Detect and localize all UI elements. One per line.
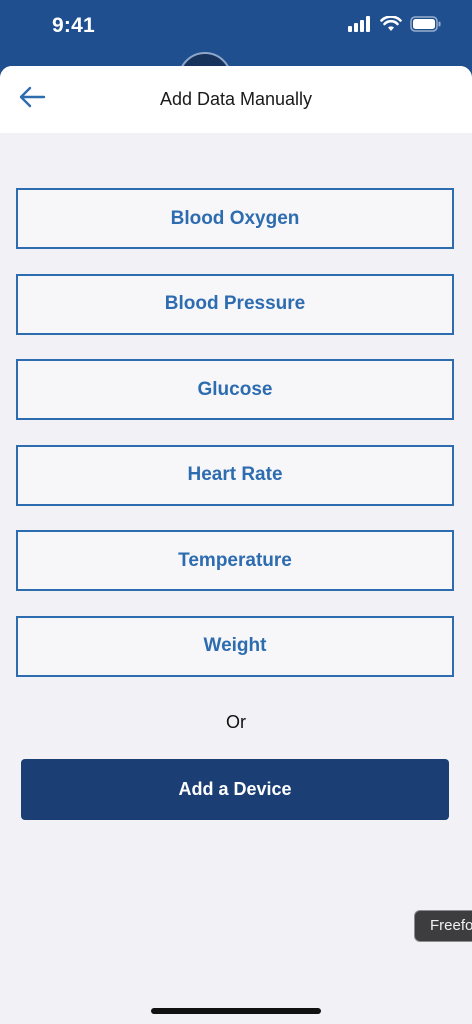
blood-pressure-button[interactable]: Blood Pressure: [16, 273, 454, 335]
weight-button[interactable]: Weight: [16, 615, 454, 677]
data-type-list: Blood Oxygen Blood Pressure Glucose Hear…: [16, 188, 454, 701]
add-device-button[interactable]: Add a Device: [21, 759, 449, 820]
status-time: 9:41: [52, 14, 95, 37]
tooltip: Freefo: [414, 910, 472, 942]
blood-oxygen-button[interactable]: Blood Oxygen: [16, 188, 454, 249]
home-indicator[interactable]: [151, 1008, 321, 1014]
page-title: Add Data Manually: [159, 89, 313, 109]
cellular-signal-icon: [348, 16, 372, 37]
status-bar: 9:41: [0, 0, 472, 64]
battery-icon: [410, 16, 442, 37]
glucose-button[interactable]: Glucose: [16, 359, 454, 420]
sheet-header: Add Data Manually: [0, 66, 472, 133]
or-divider-label: Or: [226, 712, 246, 732]
wifi-icon: [380, 15, 402, 37]
temperature-button[interactable]: Temperature: [16, 530, 454, 591]
status-icons: [348, 15, 442, 37]
heart-rate-button[interactable]: Heart Rate: [16, 444, 454, 506]
add-data-sheet: Add Data Manually Blood Oxygen Blood Pre…: [0, 66, 472, 1024]
